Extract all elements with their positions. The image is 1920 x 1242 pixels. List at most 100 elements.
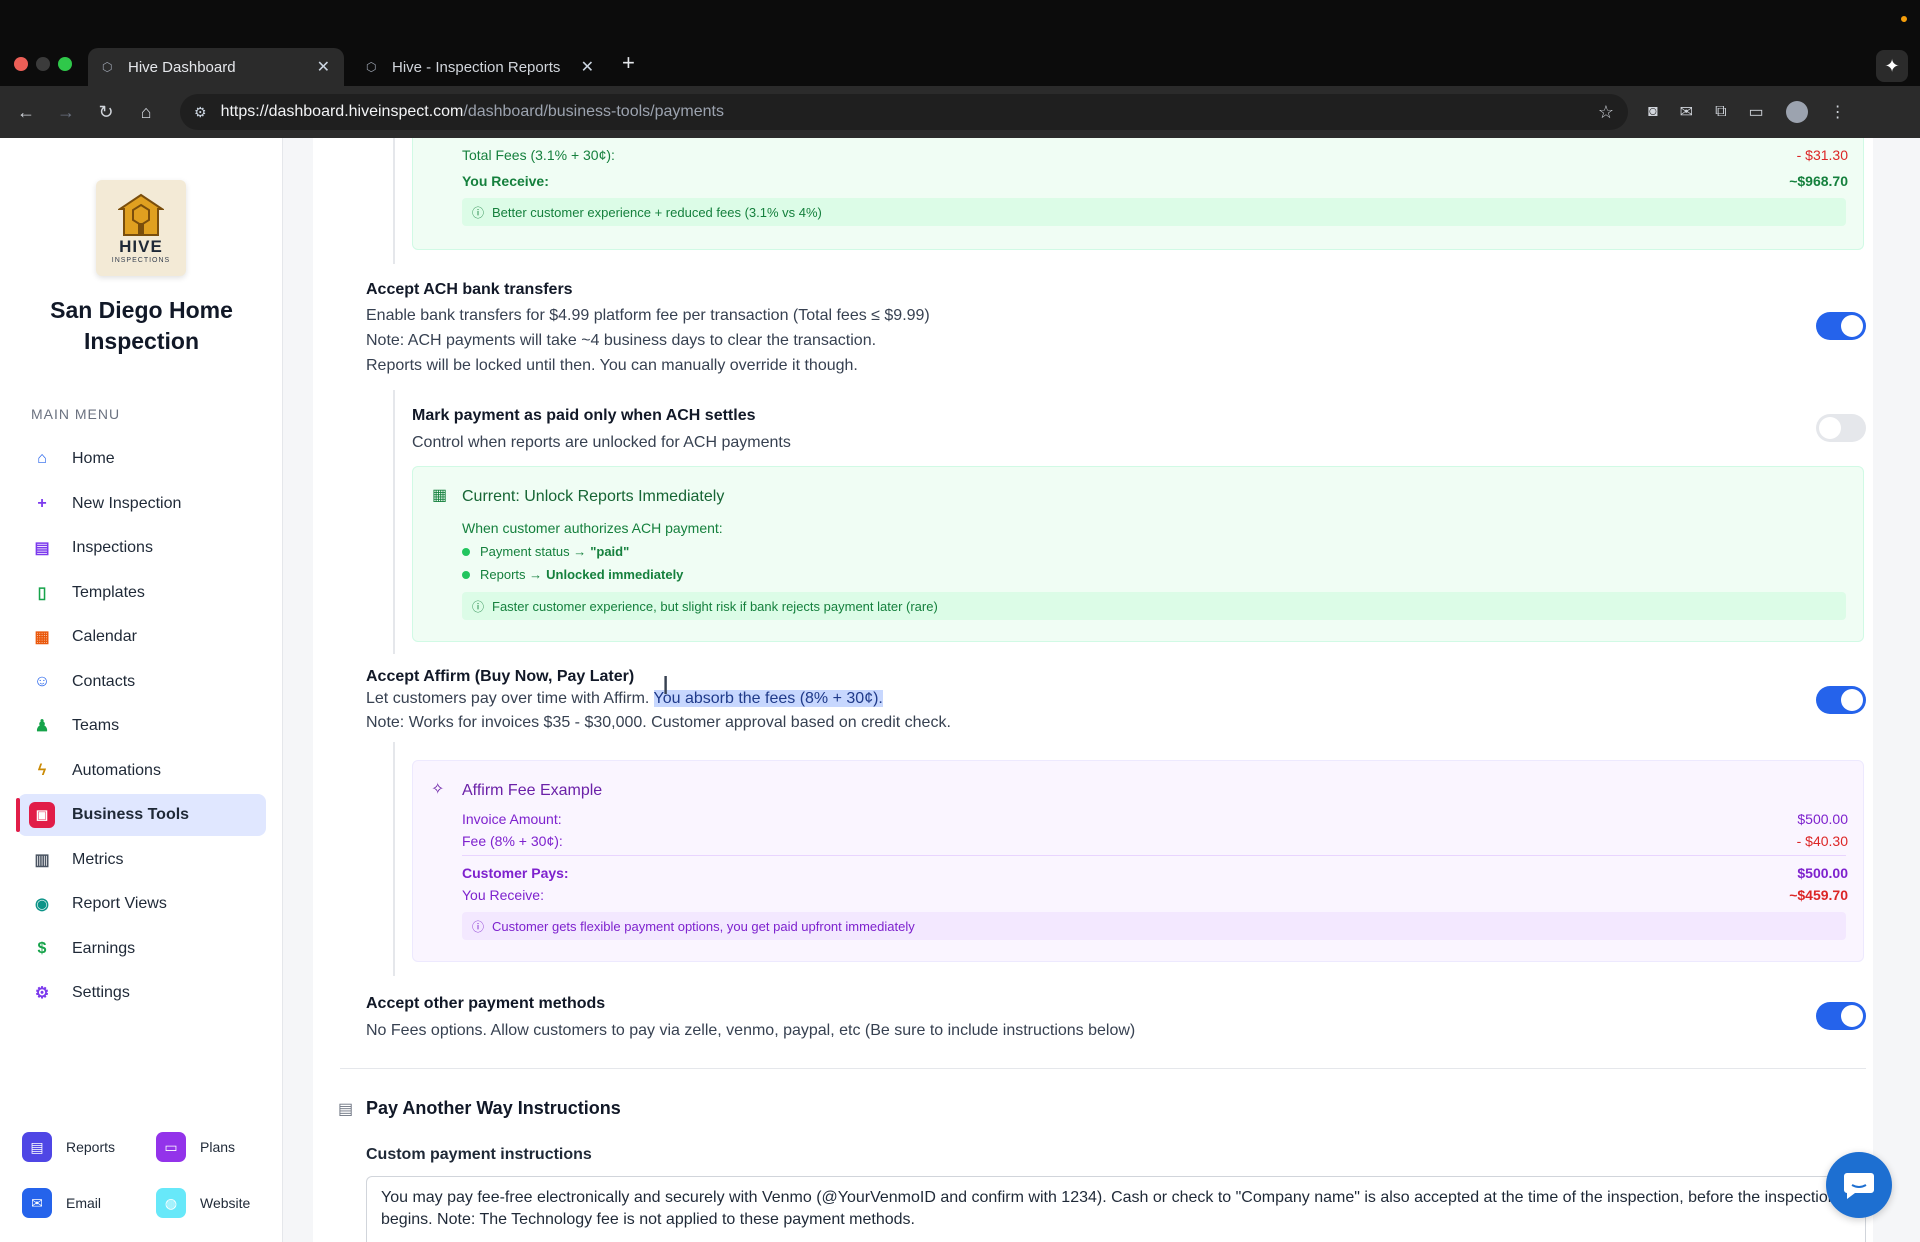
close-tab-icon[interactable]: ✕ xyxy=(581,57,594,77)
sidebar-item-label: Calendar xyxy=(72,628,137,645)
puzzle-extensions-icon[interactable]: ⧉ xyxy=(1715,103,1726,121)
bullet-dot xyxy=(462,570,470,579)
ach-desc-line1: Enable bank transfers for $4.99 platform… xyxy=(366,307,930,324)
sidebar-item-settings[interactable]: ⚙ Settings xyxy=(18,972,266,1014)
sidebar-item-report-views[interactable]: ◉ Report Views xyxy=(18,883,266,925)
affirm-fee-value: - $40.30 xyxy=(1796,833,1848,849)
payment-status-bullet: Payment status → "paid" xyxy=(462,544,629,559)
hive-favicon-icon: ⬡ xyxy=(366,60,377,74)
mail-extension-icon[interactable]: ✉ xyxy=(1680,102,1693,122)
you-receive-value: ~$968.70 xyxy=(1789,173,1848,189)
bottom-link-label: Email xyxy=(66,1195,102,1211)
reload-icon[interactable]: ↻ xyxy=(86,102,126,123)
tab-inspection-reports[interactable]: ⬡ Hive - Inspection Reports ✕ xyxy=(352,48,608,86)
logo-text: HIVE xyxy=(119,236,163,256)
sidebar-item-earnings[interactable]: $ Earnings xyxy=(18,928,266,970)
globe-icon: ◍ xyxy=(156,1188,186,1218)
divider xyxy=(340,1068,1866,1069)
bolt-icon: ϟ xyxy=(37,761,47,779)
document-icon: ▯ xyxy=(37,584,47,602)
side-panel-icon[interactable]: ▭ xyxy=(1749,102,1764,122)
reports-link[interactable]: ▤ Reports xyxy=(22,1132,156,1162)
hint-text: Customer gets flexible payment options, … xyxy=(492,918,915,934)
close-window-button[interactable] xyxy=(14,57,28,71)
ach-settle-toggle[interactable] xyxy=(1816,414,1866,442)
tab-hive-dashboard[interactable]: ⬡ Hive Dashboard ✕ xyxy=(88,48,344,86)
sparkle-extension-icon[interactable]: ✦ xyxy=(1876,50,1908,82)
bookmark-star-icon[interactable]: ☆ xyxy=(1598,102,1614,123)
affirm-toggle[interactable] xyxy=(1816,686,1866,714)
affirm-receive-label: You Receive: xyxy=(462,887,544,903)
sidebar-item-templates[interactable]: ▯ Templates xyxy=(18,572,266,614)
browser-menu-icon[interactable]: ⋮ xyxy=(1830,102,1846,122)
other-methods-toggle[interactable] xyxy=(1816,1002,1866,1030)
card-fee-summary xyxy=(412,138,1864,250)
sidebar-item-label: Templates xyxy=(72,583,145,601)
sidebar-item-label: Contacts xyxy=(72,672,136,690)
bottom-link-label: Reports xyxy=(66,1139,116,1155)
hive-favicon-icon: ⬡ xyxy=(102,60,113,74)
home-icon: ⌂ xyxy=(37,450,47,467)
website-link[interactable]: ◍ Website xyxy=(156,1188,262,1218)
sidebar: HIVE INSPECTIONS San Diego Home Inspecti… xyxy=(0,138,283,1242)
profile-avatar[interactable] xyxy=(1785,101,1808,123)
ach-settle-title: Mark payment as paid only when ACH settl… xyxy=(412,407,756,424)
email-link[interactable]: ✉ Email xyxy=(22,1188,156,1218)
plans-link[interactable]: ▭ Plans xyxy=(156,1132,262,1162)
indent-line xyxy=(393,138,395,264)
sidebar-item-label: Teams xyxy=(72,717,120,734)
maximize-window-button[interactable] xyxy=(58,57,72,71)
tab-title: Hive - Inspection Reports xyxy=(392,58,561,76)
ach-toggle[interactable] xyxy=(1816,312,1866,340)
sidebar-item-label: Earnings xyxy=(72,939,136,957)
plus-icon: + xyxy=(37,494,47,512)
close-tab-icon[interactable]: ✕ xyxy=(317,57,330,77)
minimize-window-button[interactable] xyxy=(36,57,50,71)
eye-icon: ◉ xyxy=(35,896,49,913)
custom-instructions-textarea[interactable]: You may pay fee-free electronically and … xyxy=(366,1176,1866,1242)
sidebar-item-automations[interactable]: ϟ Automations xyxy=(18,750,266,792)
url-path: /dashboard/business-tools/payments xyxy=(463,103,724,120)
home-browser-icon[interactable]: ⌂ xyxy=(126,102,166,123)
chat-support-button[interactable] xyxy=(1826,1152,1892,1218)
affirm-desc-text: Let customers pay over time with Affirm. xyxy=(366,690,654,707)
main-menu: ⌂ Home + New Inspection ▤ Inspections ▯ Temp… xyxy=(16,438,266,1017)
sidebar-item-inspections[interactable]: ▤ Inspections xyxy=(18,527,266,569)
site-settings-icon[interactable]: ⚙ xyxy=(194,104,207,121)
sidebar-item-metrics[interactable]: ▥ Metrics xyxy=(18,839,266,881)
card-fee-hint: ⓘ Better customer experience + reduced fe… xyxy=(462,198,1846,226)
sidebar-item-label: Automations xyxy=(72,761,161,779)
building-icon: ▦ xyxy=(432,487,448,504)
total-fees-label: Total Fees (3.1% + 30¢): xyxy=(462,147,615,163)
unlock-card-hint: ⓘ Faster customer experience, but slight … xyxy=(462,592,1846,620)
indent-line xyxy=(393,390,395,654)
sidebar-item-business-tools[interactable]: ▣ Business Tools xyxy=(16,794,266,836)
affirm-fee-label: Fee (8% + 30¢): xyxy=(462,833,563,849)
ach-desc-line2: Note: ACH payments will take ~4 business… xyxy=(366,332,877,349)
new-tab-icon[interactable]: + xyxy=(622,50,635,76)
sidebar-item-new-inspection[interactable]: + New Inspection xyxy=(18,483,266,525)
sidebar-item-teams[interactable]: ♟ Teams xyxy=(18,705,266,747)
back-icon[interactable]: ← xyxy=(6,102,46,123)
instructions-heading: Pay Another Way Instructions xyxy=(366,1098,621,1118)
affirm-receive-value: ~$459.70 xyxy=(1789,887,1848,903)
sidebar-item-label: Settings xyxy=(72,984,130,1001)
bottom-links: ▤ Reports ▭ Plans ✉ Email ◍ Website xyxy=(22,1132,262,1218)
bullet-value: Unlocked immediately xyxy=(546,567,684,582)
dollar-icon: $ xyxy=(37,939,47,957)
url-host: https://dashboard.hiveinspect.com xyxy=(220,103,464,120)
divider xyxy=(462,855,1846,856)
tab-title: Hive Dashboard xyxy=(128,58,236,76)
sidebar-item-home[interactable]: ⌂ Home xyxy=(18,438,266,480)
sidebar-item-contacts[interactable]: ☺ Contacts xyxy=(18,661,266,703)
total-fees-value: - $31.30 xyxy=(1796,147,1848,163)
bottom-link-label: Website xyxy=(200,1195,251,1211)
other-methods-desc: No Fees options. Allow customers to pay … xyxy=(366,1022,1136,1039)
forward-icon[interactable]: → xyxy=(46,102,86,123)
camera-extension-icon[interactable]: ◙ xyxy=(1648,103,1658,121)
affirm-desc-line2: Note: Works for invoices $35 - $30,000. … xyxy=(366,714,951,731)
team-icon: ♟ xyxy=(34,718,50,735)
address-bar[interactable]: ⚙ https://dashboard.hiveinspect.com/dash… xyxy=(180,94,1628,130)
sidebar-item-calendar[interactable]: ▦ Calendar xyxy=(18,616,266,658)
clipboard-icon: ▤ xyxy=(34,540,50,557)
